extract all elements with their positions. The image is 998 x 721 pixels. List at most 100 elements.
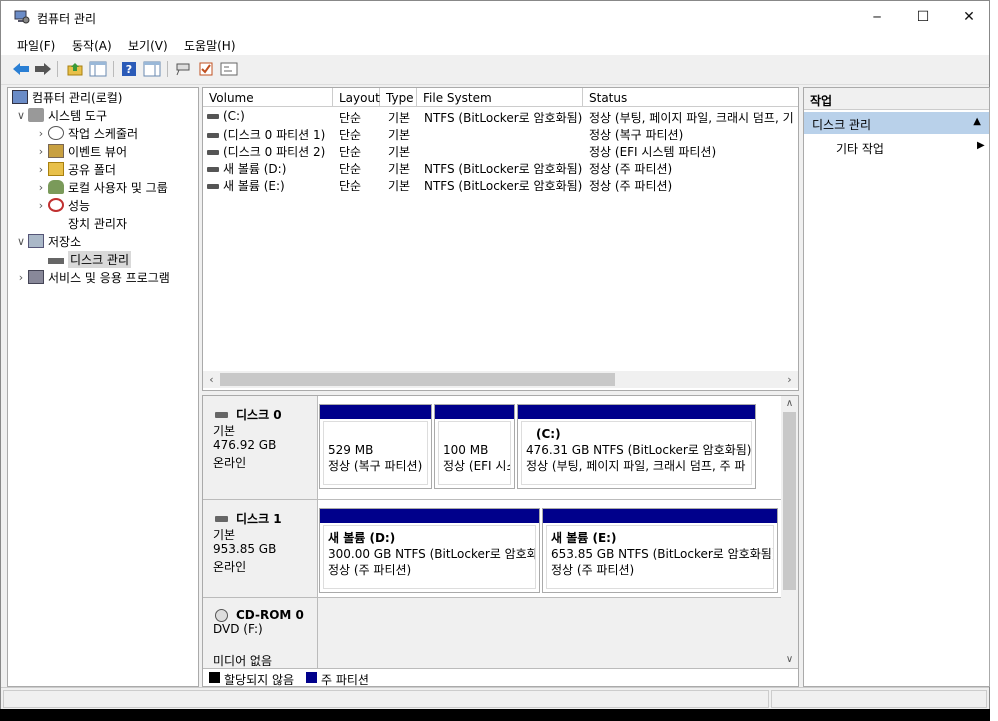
tree-item-system-tools[interactable]: ∨ 시스템 도구 [14,106,107,124]
chevron-right-icon[interactable]: › [34,181,48,194]
collapse-icon[interactable]: ▲ [973,116,981,127]
disk-icon [215,411,228,418]
connect-icon [176,63,190,76]
chevron-down-icon[interactable]: ∨ [14,235,28,248]
disk-view-vscrollbar[interactable]: ∧ ∨ [781,396,798,668]
tree-item-root[interactable]: 컴퓨터 관리(로컬) [12,88,122,106]
tree-item-label: 시스템 도구 [48,108,108,123]
show-hide-tree-button[interactable] [88,60,108,78]
volume-list: Volume Layout Type File System Status (C… [202,87,799,391]
legend-primary-label: 주 파티션 [321,673,369,687]
scroll-right-icon[interactable]: › [781,371,798,388]
cdrom-0-info[interactable]: CD-ROM 0 DVD (F:) 미디어 없음 [203,598,318,668]
tree-item-storage[interactable]: ∨ 저장소 [14,232,81,250]
back-arrow-icon [13,63,29,75]
vscroll-thumb[interactable] [783,412,796,590]
disk-graphical-view: 디스크 0 기본 476.92 GB 온라인 529 MB 정상 (복구 파티션… [202,395,799,687]
tree-item-label: 성능 [68,198,91,213]
check-button[interactable] [196,60,216,78]
tree-item-device-manager[interactable]: 장치 관리자 [48,214,127,232]
disk-0-info[interactable]: 디스크 0 기본 476.92 GB 온라인 [203,396,318,500]
tree-item-local-users[interactable]: › 로컬 사용자 및 그룹 [34,178,168,196]
column-header-type[interactable]: Type [380,88,417,107]
maximize-button[interactable]: ☐ [900,1,946,33]
event-viewer-icon [48,144,64,158]
device-manager-icon [48,216,64,230]
tree-item-disk-management[interactable]: 디스크 관리 [48,250,132,268]
volume-list-hscrollbar[interactable]: ‹ › [203,371,798,388]
chevron-right-icon[interactable]: › [34,163,48,176]
properties-button[interactable] [142,60,162,78]
scroll-down-icon[interactable]: ∨ [781,652,798,667]
up-button[interactable] [65,60,85,78]
svg-text:?: ? [126,63,132,76]
primary-swatch [306,672,317,683]
actions-header: 작업 [804,88,989,110]
table-row[interactable]: (디스크 0 파티션 1) 단순 기본 정상 (복구 파티션) [203,125,798,142]
forward-button[interactable] [33,60,53,78]
minimize-button[interactable]: ─ [854,1,900,33]
drive-icon [207,167,219,172]
console-button[interactable] [219,60,239,78]
navigation-tree: 컴퓨터 관리(로컬) ∨ 시스템 도구 › 작업 스케줄러 › 이벤트 뷰어 ›… [7,87,199,687]
partition-recovery[interactable]: 529 MB 정상 (복구 파티션) [319,404,432,489]
partition-c[interactable]: (C:) 476.31 GB NTFS (BitLocker로 암호화됨) 정상… [517,404,756,489]
computer-management-icon [12,90,28,104]
scroll-left-icon[interactable]: ‹ [203,371,220,388]
title-bar: 컴퓨터 관리 ─ ☐ ✕ [1,1,989,33]
tree-item-services-apps[interactable]: › 서비스 및 응용 프로그램 [14,268,170,286]
menu-view[interactable]: 보기(V) [128,37,168,54]
tree-item-label: 저장소 [48,234,82,249]
legend-unallocated-label: 할당되지 않음 [224,673,295,687]
tree-item-performance[interactable]: › 성능 [34,196,90,214]
menu-bar: 파일(F) 동작(A) 보기(V) 도움말(H) [1,33,989,55]
column-header-status[interactable]: Status [583,88,798,107]
primary-partition-bar [518,405,755,419]
chevron-down-icon[interactable]: ∨ [14,109,28,122]
partition-d[interactable]: 새 볼륨 (D:) 300.00 GB NTFS (BitLocker로 암호화… [319,508,540,593]
scroll-up-icon[interactable]: ∧ [781,396,798,411]
close-button[interactable]: ✕ [946,1,992,33]
chevron-right-icon[interactable]: › [14,271,28,284]
help-icon: ? [122,62,136,76]
back-button[interactable] [11,60,31,78]
table-row[interactable]: 새 볼륨 (E:) 단순 기본 NTFS (BitLocker로 암호화됨) 정… [203,176,798,193]
action-more-actions[interactable]: 기타 작업 [836,140,884,157]
status-cell-secondary [771,690,987,708]
tree-item-event-viewer[interactable]: › 이벤트 뷰어 [34,142,127,160]
disk-1-partitions: 새 볼륨 (D:) 300.00 GB NTFS (BitLocker로 암호화… [318,500,781,598]
performance-icon [48,198,64,212]
services-icon [28,270,44,284]
submenu-arrow-icon: ▶ [977,140,985,151]
disk-1-info[interactable]: 디스크 1 기본 953.85 GB 온라인 [203,500,318,598]
chevron-right-icon[interactable]: › [34,199,48,212]
actions-section-disk-management[interactable]: 디스크 관리 ▲ [804,112,989,134]
column-header-file-system[interactable]: File System [417,88,583,107]
tree-item-task-scheduler[interactable]: › 작업 스케줄러 [34,124,138,142]
primary-partition-bar [320,509,539,523]
tools-icon [28,108,44,122]
table-row[interactable]: 새 볼륨 (D:) 단순 기본 NTFS (BitLocker로 암호화됨) 정… [203,159,798,176]
menu-action[interactable]: 동작(A) [72,37,112,54]
table-row[interactable]: (C:) 단순 기본 NTFS (BitLocker로 암호화됨) 정상 (부팅… [203,108,798,125]
tree-item-shared-folders[interactable]: › 공유 폴더 [34,160,116,178]
menu-file[interactable]: 파일(F) [17,37,55,54]
partition-efi[interactable]: 100 MB 정상 (EFI 시스 [434,404,515,489]
menu-help[interactable]: 도움말(H) [184,37,236,54]
check-icon [199,62,213,76]
partition-e[interactable]: 새 볼륨 (E:) 653.85 GB NTFS (BitLocker로 암호화… [542,508,778,593]
column-header-layout[interactable]: Layout [333,88,380,107]
partition-legend: 할당되지 않음 주 파티션 [203,668,798,687]
disk-management-icon [48,258,64,264]
help-button[interactable]: ? [119,60,139,78]
computer-management-icon [14,10,30,24]
table-row[interactable]: (디스크 0 파티션 2) 단순 기본 정상 (EFI 시스템 파티션) [203,142,798,159]
properties-icon [143,61,161,77]
console-icon [220,62,238,76]
column-header-volume[interactable]: Volume [203,88,333,107]
connect-button[interactable] [173,60,193,78]
cdrom-0-area [318,598,781,668]
chevron-right-icon[interactable]: › [34,145,48,158]
chevron-right-icon[interactable]: › [34,127,48,140]
hscroll-thumb[interactable] [220,373,615,386]
